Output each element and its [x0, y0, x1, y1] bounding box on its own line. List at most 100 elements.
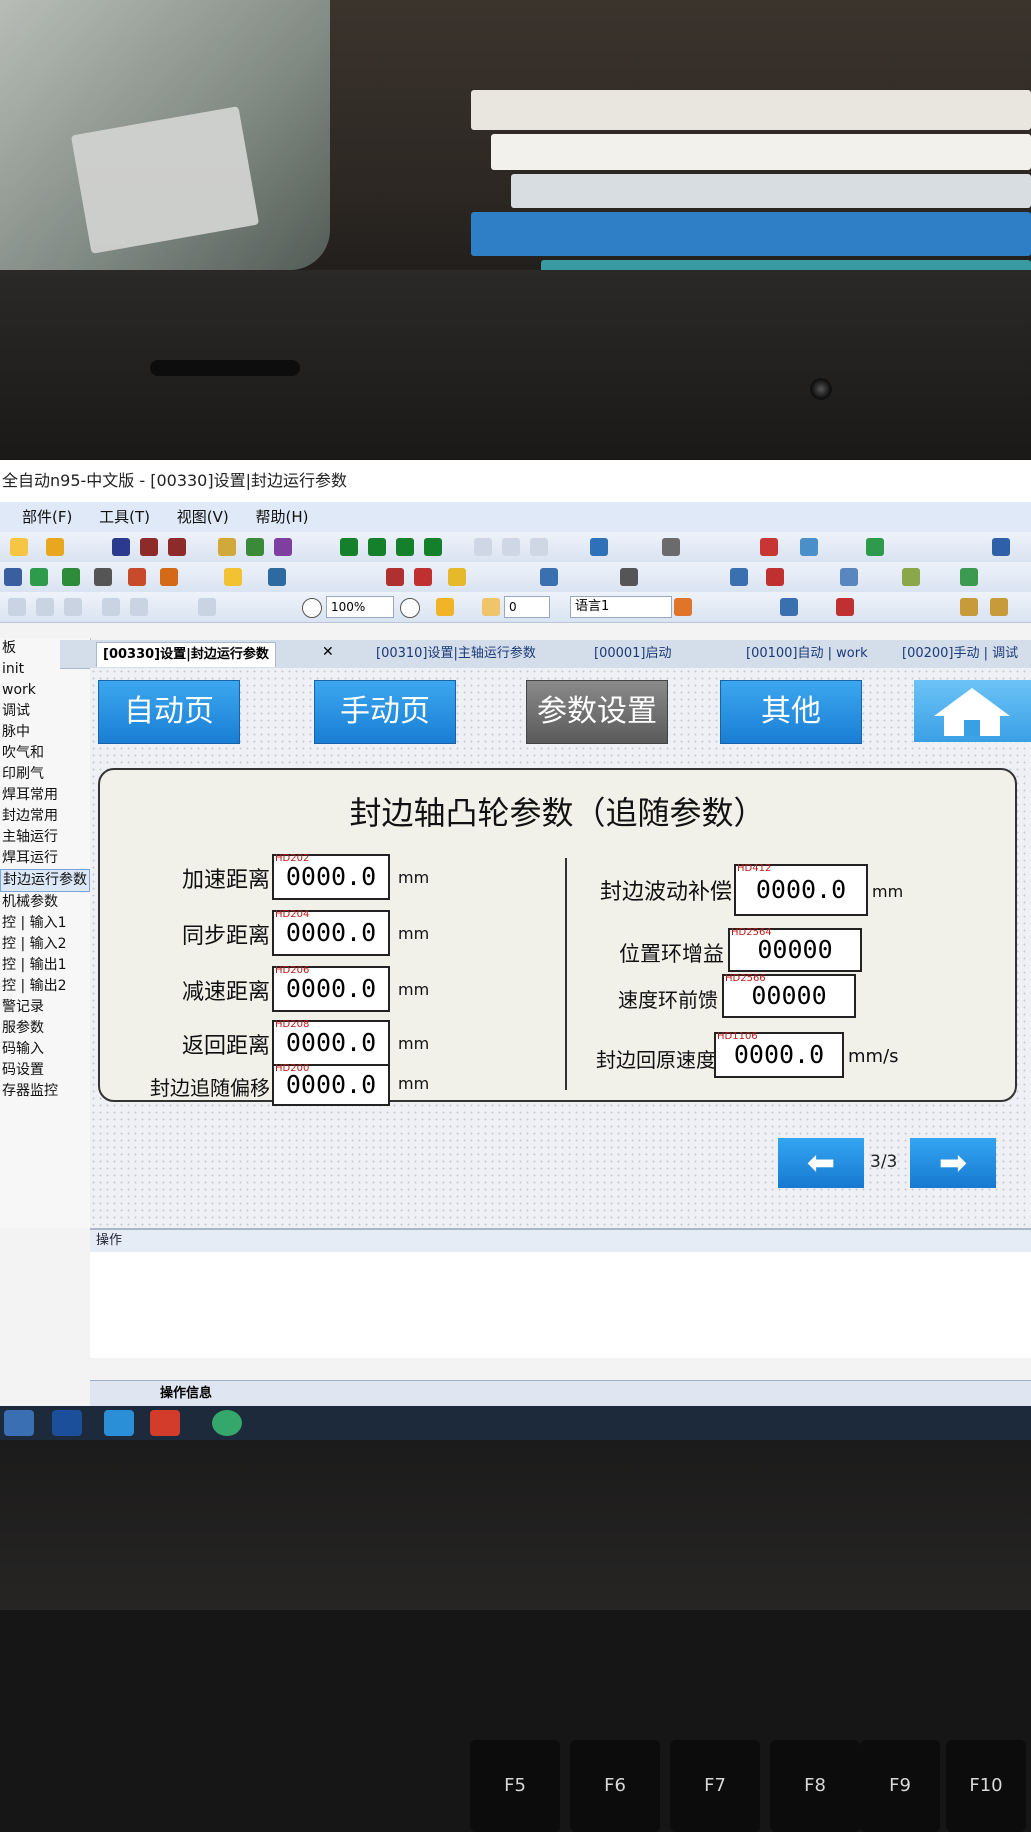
tree-item[interactable]: 码设置 [0, 1060, 90, 1081]
wave-comp-field[interactable]: HD412 0000.0 [734, 863, 868, 916]
font-icon[interactable] [140, 538, 158, 556]
tree-item[interactable]: 控 | 输出2 [0, 976, 90, 997]
menu-tools[interactable]: 工具(T) [99, 502, 150, 532]
key-f9[interactable]: F9 [860, 1740, 940, 1832]
shield-icon[interactable] [730, 568, 748, 586]
ascii-input-icon[interactable] [424, 538, 442, 556]
folder-icon[interactable] [960, 598, 978, 616]
tab-00100[interactable]: [00100]自动 | work [740, 642, 874, 666]
align-right-icon[interactable] [64, 598, 82, 616]
tree-item[interactable]: 存器监控 [0, 1081, 90, 1102]
dd-icon[interactable] [502, 538, 520, 556]
key-f7[interactable]: F7 [670, 1740, 760, 1832]
picture-frame-icon[interactable] [30, 568, 48, 586]
same-size-icon[interactable] [198, 598, 216, 616]
num-23-icon[interactable] [474, 538, 492, 556]
save-icon[interactable] [386, 568, 404, 586]
eraser-icon[interactable] [760, 538, 778, 556]
menu-help[interactable]: 帮助(H) [256, 502, 309, 532]
tree-item[interactable]: 控 | 输入2 [0, 934, 90, 955]
tree-item[interactable]: work [0, 680, 90, 701]
language-select[interactable]: 语言1 [570, 596, 672, 618]
speed-ff-field[interactable]: HD2566 00000 [722, 973, 856, 1018]
key-f10[interactable]: F10 [946, 1740, 1026, 1832]
printer-icon[interactable] [620, 568, 638, 586]
tree-item[interactable]: 印刷气 [0, 764, 90, 785]
line-chart-icon[interactable] [840, 568, 858, 586]
numeric-display-icon[interactable] [340, 538, 358, 556]
tree-item[interactable]: 主轴运行 [0, 827, 90, 848]
pdf-icon[interactable] [766, 568, 784, 586]
tree-item[interactable]: 脉中 [0, 722, 90, 743]
language-edit-icon[interactable] [674, 598, 692, 616]
other-button[interactable]: 其他 [720, 680, 862, 744]
hand-icon[interactable] [482, 598, 500, 616]
tab-00200[interactable]: [00200]手动 | 调试 [896, 642, 1024, 666]
key-f6[interactable]: F6 [570, 1740, 660, 1832]
app-icon[interactable] [52, 1410, 82, 1436]
table-icon[interactable] [268, 568, 286, 586]
copy-icon[interactable] [780, 598, 798, 616]
tab-00310[interactable]: [00310]设置|主轴运行参数 [370, 642, 542, 666]
help-icon[interactable] [10, 538, 28, 556]
tree-item[interactable]: 服参数 [0, 1018, 90, 1039]
tab-00001[interactable]: [00001]启动 [588, 642, 678, 666]
auto-page-button[interactable]: 自动页 [98, 680, 240, 744]
prev-page-button[interactable]: ⬅ [778, 1138, 864, 1188]
globe-icon[interactable] [866, 538, 884, 556]
follow-offset-field[interactable]: HD200 0000.0 [272, 1063, 390, 1106]
tree-item[interactable]: 码输入 [0, 1039, 90, 1060]
cm-icon[interactable] [62, 568, 80, 586]
tree-item[interactable]: 控 | 输入1 [0, 913, 90, 934]
align-left-icon[interactable] [8, 598, 26, 616]
tree-item[interactable]: 封边常用 [0, 806, 90, 827]
clock-icon[interactable] [414, 568, 432, 586]
text-icon[interactable] [112, 538, 130, 556]
menu-parts[interactable]: 部件(F) [22, 502, 72, 532]
sync-distance-field[interactable]: HD204 0000.0 [272, 909, 390, 956]
tools-icon[interactable] [128, 568, 146, 586]
pointer-icon[interactable] [224, 568, 242, 586]
key-f5[interactable]: F5 [470, 1740, 560, 1832]
software-icon[interactable] [150, 1410, 180, 1436]
browser-icon[interactable] [212, 1410, 242, 1436]
return-distance-field[interactable]: HD208 0000.0 [272, 1019, 390, 1066]
tree-item[interactable]: 机械参数 [0, 892, 90, 913]
picture-icon[interactable] [800, 538, 818, 556]
decel-distance-field[interactable]: HD206 0000.0 [272, 965, 390, 1012]
window-icon[interactable] [4, 568, 22, 586]
tab-00330[interactable]: [00330]设置|封边运行参数 [96, 642, 276, 667]
menu-view[interactable]: 视图(V) [177, 502, 229, 532]
edge-icon[interactable] [104, 1410, 134, 1436]
accel-distance-field[interactable]: HD202 0000.0 [272, 853, 390, 900]
home-speed-field[interactable]: HD1106 0000.0 [714, 1031, 844, 1078]
font-size-icon[interactable] [168, 538, 186, 556]
zoom-out-icon[interactable] [302, 598, 322, 618]
tree-item[interactable]: 警记录 [0, 997, 90, 1018]
tree-item[interactable]: 焊耳运行 [0, 848, 90, 869]
distribute-v-icon[interactable] [130, 598, 148, 616]
ab-icon[interactable] [530, 538, 548, 556]
qr-icon[interactable] [94, 568, 112, 586]
next-page-button[interactable]: ➡ [910, 1138, 996, 1188]
lamp-icon[interactable] [218, 538, 236, 556]
area-chart-icon[interactable] [902, 568, 920, 586]
recipe-icon[interactable] [960, 568, 978, 586]
edit-icon[interactable] [662, 538, 680, 556]
zoom-select[interactable]: 100% [326, 596, 394, 618]
tree-item[interactable]: 焊耳常用 [0, 785, 90, 806]
picture-view-icon[interactable] [540, 568, 558, 586]
manual-page-button[interactable]: 手动页 [314, 680, 456, 744]
alarm-icon[interactable] [160, 568, 178, 586]
monitor-icon[interactable] [590, 538, 608, 556]
ascii-display-icon[interactable] [396, 538, 414, 556]
bar-chart-icon[interactable] [992, 538, 1010, 556]
align-center-icon[interactable] [36, 598, 54, 616]
distribute-h-icon[interactable] [102, 598, 120, 616]
key-f8[interactable]: F8 [770, 1740, 860, 1832]
param-settings-button[interactable]: 参数设置 [526, 680, 668, 744]
image-icon[interactable] [246, 538, 264, 556]
tree-item[interactable]: 调试 [0, 701, 90, 722]
grid-icon[interactable] [436, 598, 454, 616]
delete-icon[interactable] [836, 598, 854, 616]
